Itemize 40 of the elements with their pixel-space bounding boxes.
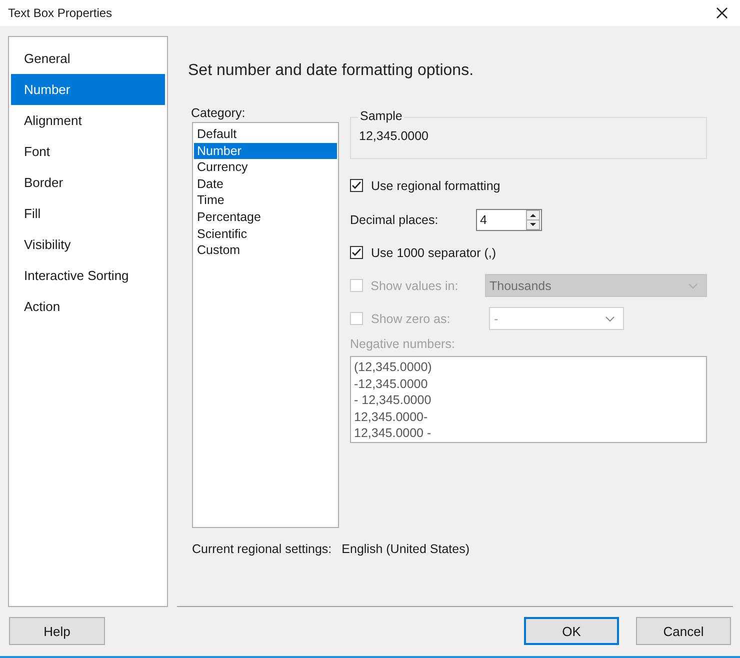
checkbox-label: Show values in: <box>370 278 460 292</box>
category-item[interactable]: Currency <box>194 159 337 176</box>
sidebar-item[interactable]: General <box>11 43 165 74</box>
category-item[interactable]: Custom <box>194 242 337 259</box>
chevron-down-icon <box>605 316 615 322</box>
category-item[interactable]: Date <box>194 176 337 192</box>
sidebar-item[interactable]: Interactive Sorting <box>11 260 165 291</box>
decimal-places-label: Decimal places: <box>350 212 440 226</box>
checkbox-label: Use regional formatting <box>371 178 500 192</box>
cancel-button[interactable]: Cancel <box>636 617 731 645</box>
sidebar-item[interactable]: Alignment <box>11 105 165 136</box>
checkbox[interactable] <box>350 179 363 192</box>
spin-arrows-icon[interactable] <box>526 210 540 230</box>
regional-settings-label: Current regional settings: <box>192 542 332 556</box>
sample-value: 12,345.0000 <box>359 129 430 143</box>
category-item[interactable]: Time <box>194 192 337 209</box>
category-label: Category: <box>191 106 246 120</box>
close-icon[interactable] <box>716 7 728 19</box>
sidebar-item[interactable]: Fill <box>11 198 165 229</box>
checkbox-label: Use 1000 separator (,) <box>371 246 496 260</box>
help-button[interactable]: Help <box>9 617 105 645</box>
sidebar-item[interactable]: Font <box>11 136 165 167</box>
window-title: Text Box Properties <box>8 6 112 20</box>
sidebar-item[interactable]: Border <box>11 167 165 198</box>
page-heading: Set number and date formatting options. <box>188 62 475 80</box>
checkbox-label: Show zero as: <box>371 312 452 326</box>
sidebar-item[interactable]: Action <box>11 291 165 322</box>
category-item[interactable]: Number <box>194 142 337 160</box>
checkbox[interactable] <box>350 246 363 259</box>
ok-button[interactable]: OK <box>524 617 619 645</box>
category-item[interactable]: Scientific <box>194 226 337 242</box>
regional-settings-value: English (United States) <box>342 542 470 556</box>
sidebar-item[interactable]: Visibility <box>11 229 165 260</box>
negative-numbers-label: Negative numbers: <box>350 337 456 353</box>
sample-label: Sample <box>358 109 404 123</box>
decimal-places-spinner[interactable]: 4 <box>476 208 542 230</box>
category-item[interactable]: Default <box>194 126 337 143</box>
sidebar-item[interactable]: Number <box>11 74 165 105</box>
chevron-down-icon <box>688 282 698 288</box>
category-item[interactable]: Percentage <box>194 208 337 226</box>
